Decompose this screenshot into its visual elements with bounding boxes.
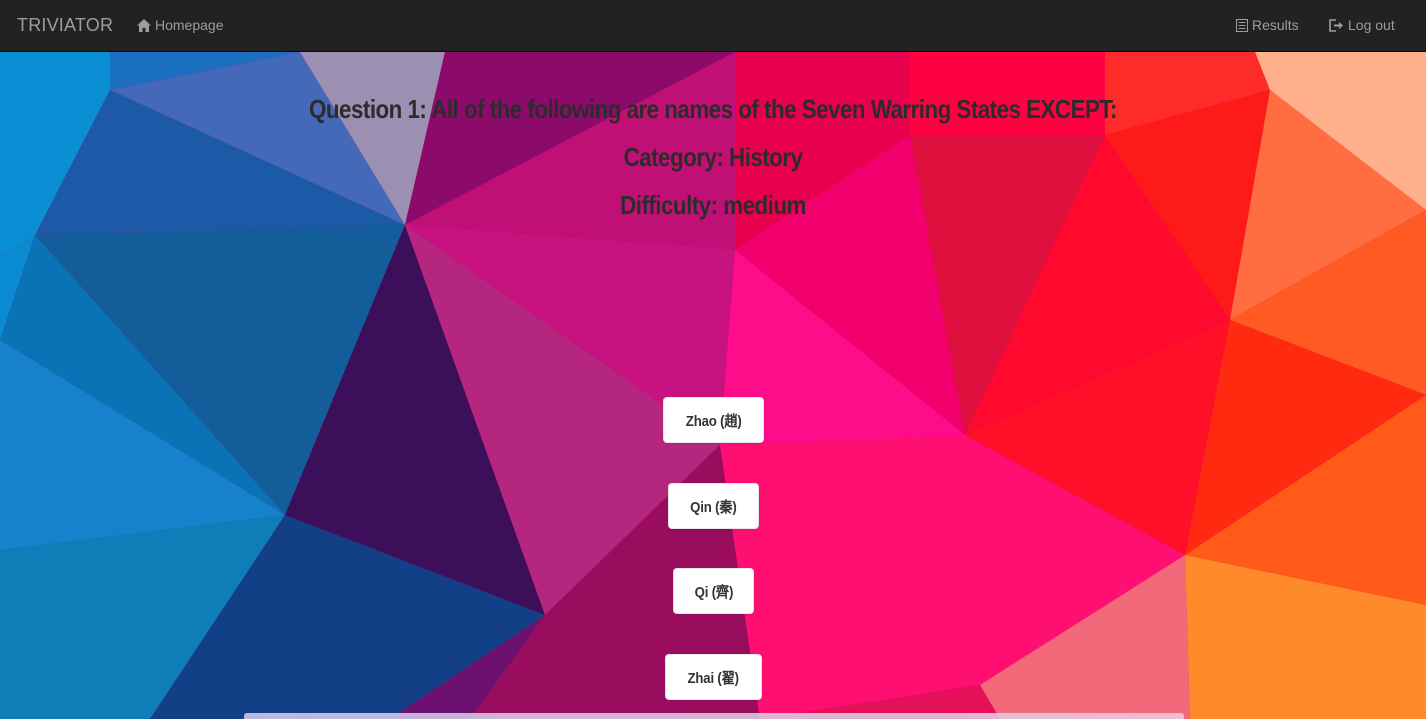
navbar: TRIVIATOR Homepage Results Log out xyxy=(0,0,1426,52)
bottom-panel-edge xyxy=(244,713,1184,719)
nav-results-label: Results xyxy=(1252,17,1299,33)
answer-button-qin[interactable]: Qin (秦) xyxy=(668,483,759,529)
brand-logo[interactable]: TRIVIATOR xyxy=(17,15,113,36)
answer-button-zhai[interactable]: Zhai (翟) xyxy=(665,654,762,700)
answer-label: Zhai (翟) xyxy=(687,669,740,687)
home-icon xyxy=(137,18,151,32)
nav-logout-link[interactable]: Log out xyxy=(1329,17,1395,33)
answer-button-qi[interactable]: Qi (齊) xyxy=(673,568,754,614)
question-category: Category: History xyxy=(623,142,803,172)
answer-label: Qi (齊) xyxy=(694,583,733,601)
nav-homepage-link[interactable]: Homepage xyxy=(137,17,224,33)
answer-button-zhao[interactable]: Zhao (趙) xyxy=(663,397,764,443)
page: TRIVIATOR Homepage Results Log out Quest… xyxy=(0,0,1426,719)
nav-results-link[interactable]: Results xyxy=(1236,17,1299,33)
list-icon xyxy=(1236,18,1248,32)
nav-logout-label: Log out xyxy=(1348,17,1395,33)
nav-homepage-label: Homepage xyxy=(155,17,224,33)
answer-label: Zhao (趙) xyxy=(685,412,742,430)
question-title: Question 1: All of the following are nam… xyxy=(309,94,1117,124)
logout-icon xyxy=(1329,18,1344,32)
question-difficulty: Difficulty: medium xyxy=(620,190,806,220)
answer-label: Qin (秦) xyxy=(690,498,737,516)
